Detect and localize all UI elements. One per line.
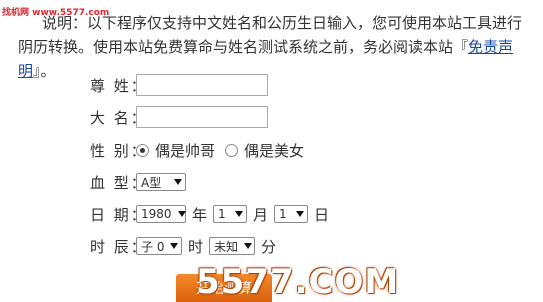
notice-body: 说明：以下程序仅支持中文姓名和公历生日输入，您可使用本站工具进行阴历转换。使用本… bbox=[18, 14, 523, 56]
gender-label: 性 别： bbox=[90, 141, 148, 160]
month-select-value: 1 bbox=[218, 207, 226, 221]
day-select-value: 1 bbox=[279, 207, 287, 221]
chevron-down-icon bbox=[170, 243, 179, 249]
chevron-down-icon bbox=[177, 211, 186, 217]
page: 找机网 www.5577.com 说明：以下程序仅支持中文姓名和公历生日输入，您… bbox=[0, 0, 543, 302]
blood-row: 血 型： A型 bbox=[90, 170, 186, 194]
givenname-input[interactable] bbox=[136, 106, 268, 128]
month-unit: 月 bbox=[253, 205, 269, 224]
gender-row: 性 别： 偶是帅哥 偶是美女 bbox=[90, 138, 314, 162]
day-select[interactable]: 1 bbox=[274, 205, 309, 223]
minute-select[interactable]: 未知 bbox=[209, 237, 256, 255]
gender-male-radio[interactable]: 偶是帅哥 bbox=[136, 140, 215, 161]
surname-input[interactable] bbox=[136, 74, 268, 96]
hour-select[interactable]: 子 0 bbox=[136, 237, 182, 255]
year-select-value: 1980 bbox=[141, 207, 172, 221]
notice-suffix: 』。 bbox=[33, 62, 56, 80]
radio-unchecked-icon[interactable] bbox=[225, 143, 239, 157]
chevron-down-icon bbox=[244, 243, 253, 249]
chevron-down-icon bbox=[296, 211, 305, 217]
year-select[interactable]: 1980 bbox=[136, 205, 186, 223]
day-unit: 日 bbox=[314, 205, 330, 224]
gender-female-label: 偶是美女 bbox=[244, 141, 305, 160]
year-unit: 年 bbox=[192, 205, 208, 224]
gender-male-label: 偶是帅哥 bbox=[155, 141, 216, 160]
time-row: 时 辰： 子 0 时 未知 分 bbox=[90, 234, 282, 258]
date-row: 日 期： 1980 年 1 月 1 日 bbox=[90, 202, 335, 226]
brand-logo: 5577.COM bbox=[196, 262, 400, 302]
hour-unit: 时 bbox=[188, 237, 204, 256]
givenname-label: 大 名： bbox=[90, 108, 148, 127]
minute-unit: 分 bbox=[261, 237, 277, 256]
blood-select-value: A型 bbox=[141, 175, 162, 190]
surname-row: 尊 姓： bbox=[90, 73, 268, 97]
month-select[interactable]: 1 bbox=[213, 205, 248, 223]
time-label: 时 辰： bbox=[90, 237, 148, 256]
blood-select[interactable]: A型 bbox=[136, 173, 186, 191]
givenname-row: 大 名： bbox=[90, 105, 268, 129]
gender-female-radio[interactable]: 偶是美女 bbox=[225, 140, 304, 161]
chevron-down-icon bbox=[174, 179, 182, 185]
date-label: 日 期： bbox=[90, 205, 148, 224]
radio-checked-icon[interactable] bbox=[136, 143, 149, 157]
blood-label: 血 型： bbox=[90, 173, 148, 192]
surname-label: 尊 姓： bbox=[90, 76, 148, 95]
chevron-down-icon bbox=[235, 211, 244, 217]
minute-select-value: 未知 bbox=[214, 239, 239, 254]
hour-select-value: 子 0 bbox=[141, 239, 165, 254]
